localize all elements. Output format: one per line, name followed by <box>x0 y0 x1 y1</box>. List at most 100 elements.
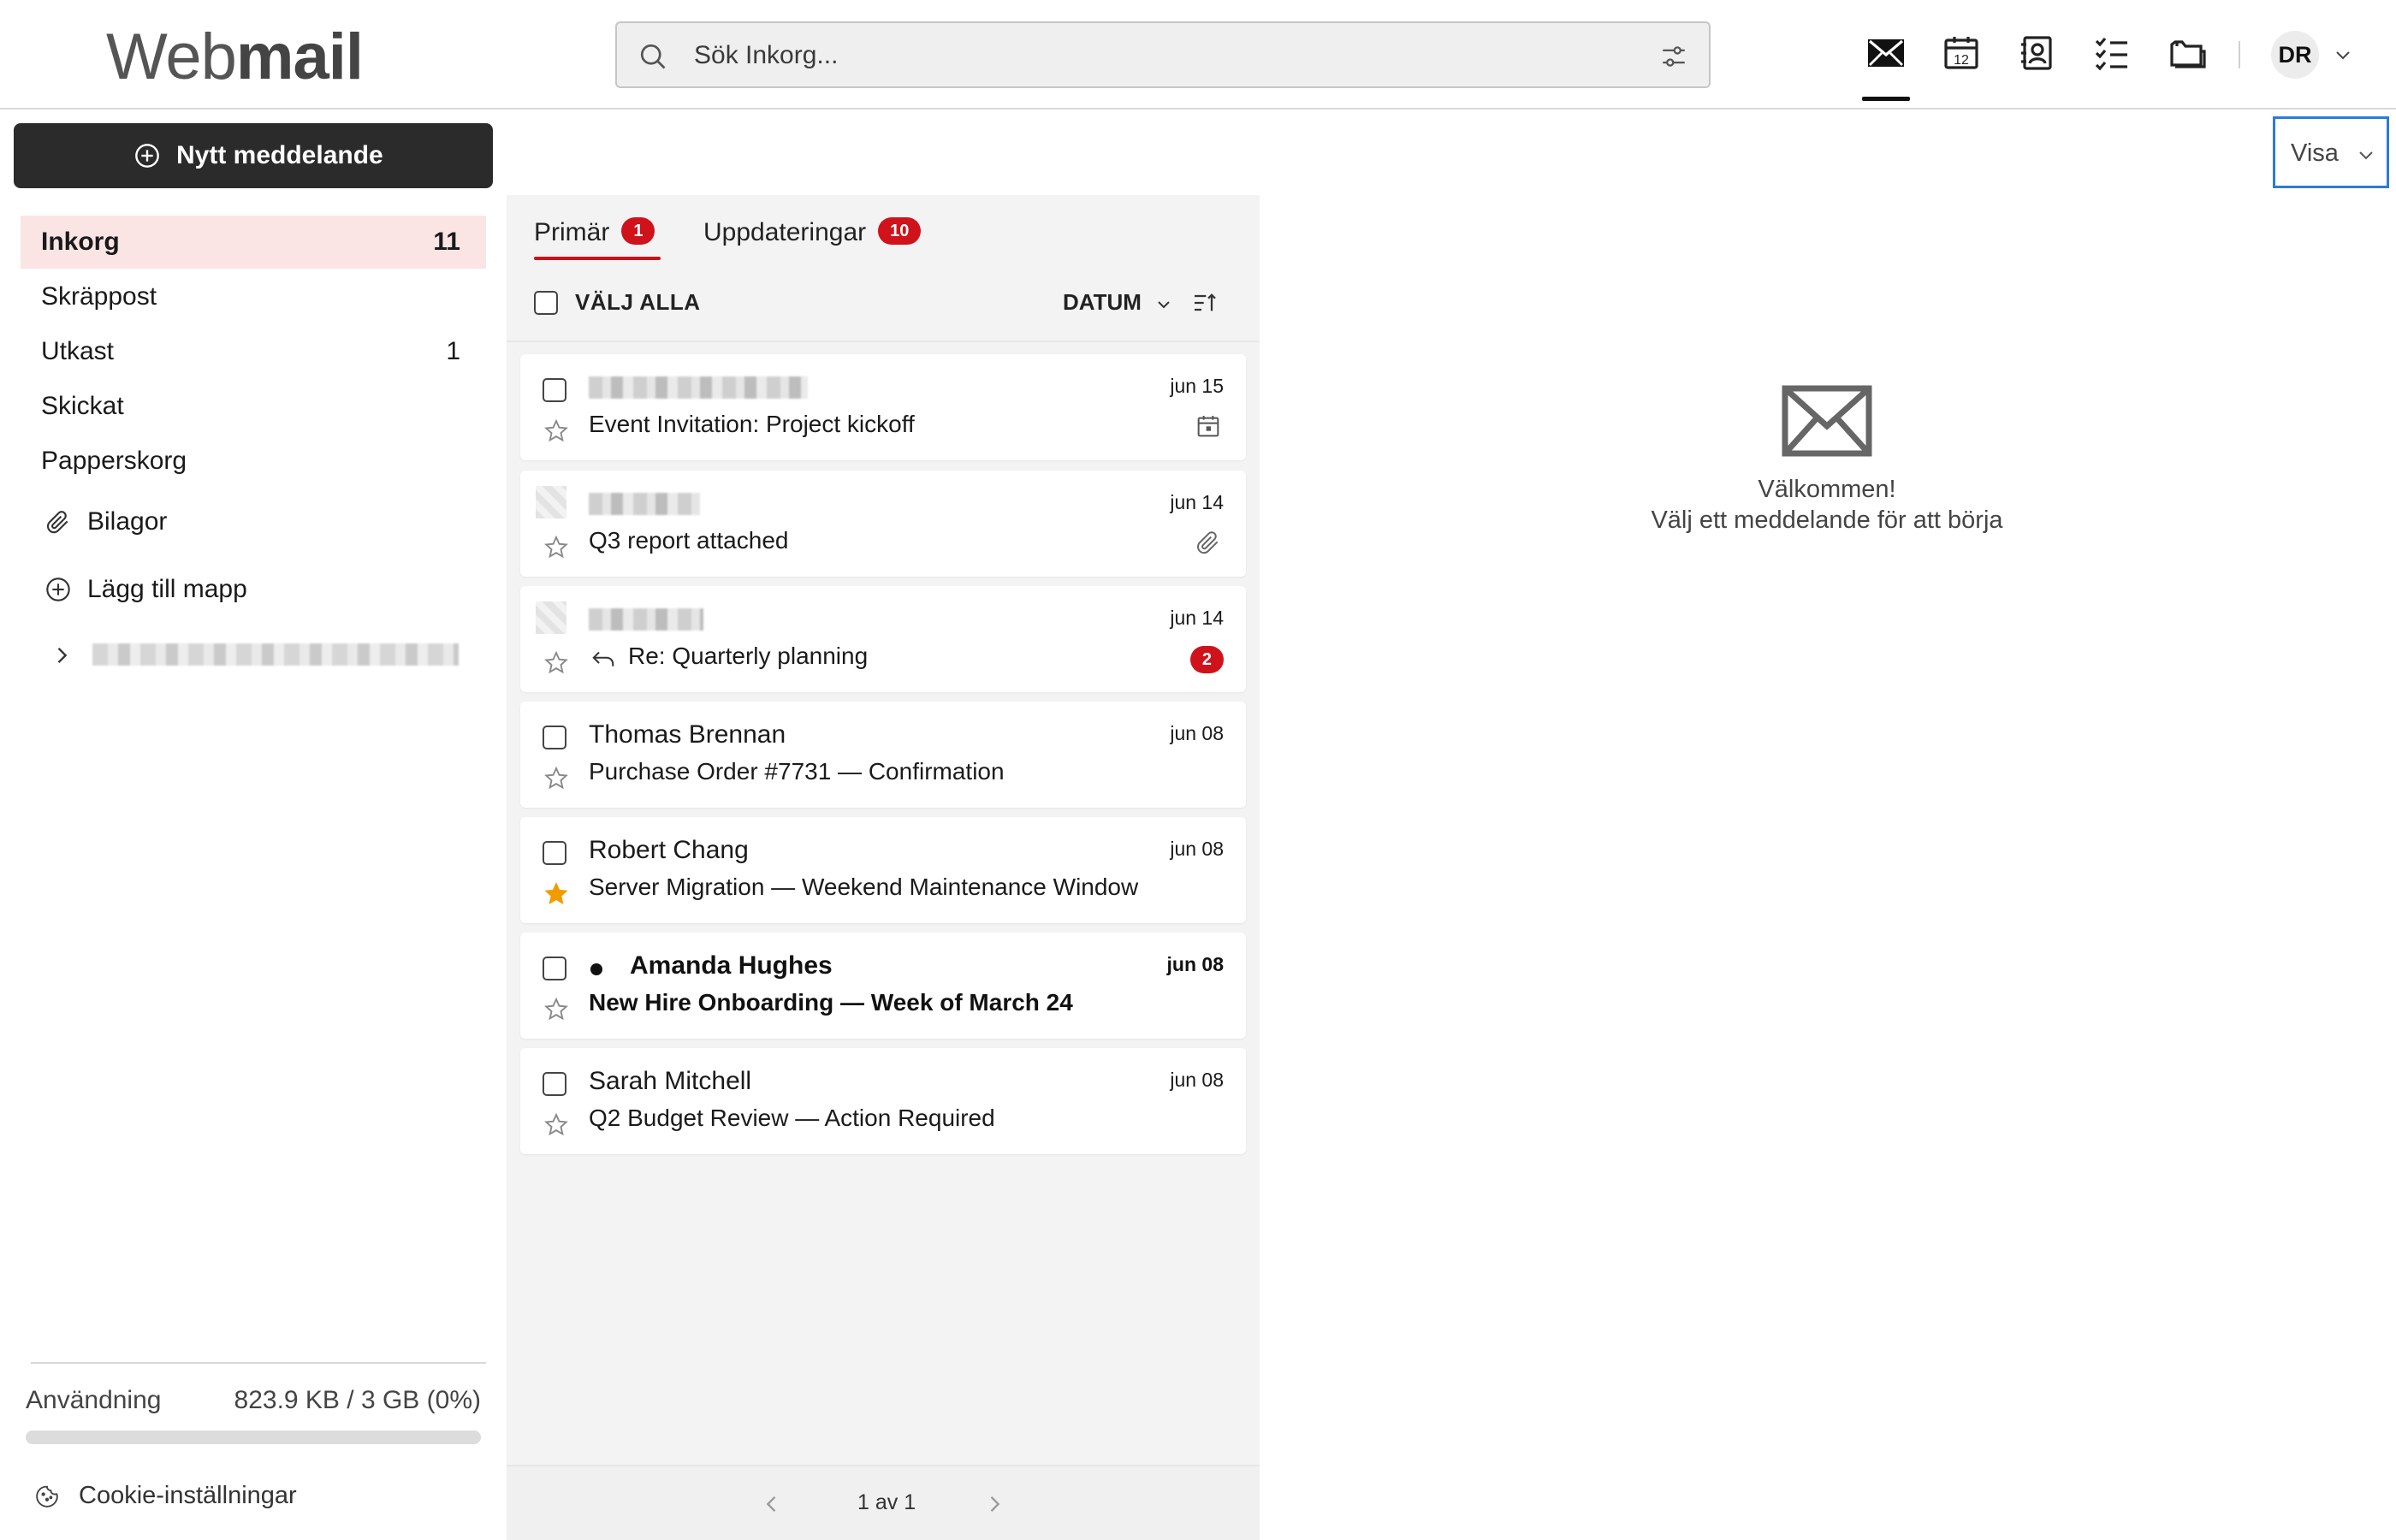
message-row[interactable]: Amanda Hughes New Hire Onboarding — Week… <box>520 933 1246 1039</box>
search-input[interactable] <box>694 32 1592 80</box>
calendar-icon <box>1197 416 1219 437</box>
message-date: jun 08 <box>1170 838 1224 860</box>
active-tab-indicator <box>534 257 661 260</box>
tab-updates[interactable]: Uppdateringar 10 <box>703 210 922 255</box>
folder-inbox[interactable]: Inkorg 11 <box>21 216 486 269</box>
usage-value: 823.9 KB / 3 GB (0%) <box>234 1386 481 1414</box>
envelope-icon <box>1782 385 1872 457</box>
folder-count: 11 <box>433 228 460 256</box>
message-row[interactable]: Sarah Mitchell Q2 Budget Review — Action… <box>520 1048 1246 1154</box>
message-subject: Q2 Budget Review — Action Required <box>589 1105 995 1131</box>
folder-spam[interactable]: Skräppost <box>21 270 486 323</box>
sort-direction-icon[interactable] <box>1191 289 1219 317</box>
redacted-sender <box>589 376 808 399</box>
new-message-label: Nytt meddelande <box>176 141 383 169</box>
usage-progress-bar <box>26 1430 481 1444</box>
files-icon[interactable] <box>2167 33 2208 74</box>
chevron-left-icon[interactable] <box>760 1492 784 1516</box>
star-icon[interactable] <box>543 534 570 561</box>
message-row[interactable]: Re: Quarterly planning jun 14 2 <box>520 586 1246 692</box>
star-filled-icon[interactable] <box>543 880 570 908</box>
message-checkbox[interactable] <box>543 726 566 749</box>
chevron-down-icon <box>2359 151 2373 160</box>
star-icon[interactable] <box>543 1111 570 1139</box>
message-subject: Purchase Order #7731 — Confirmation <box>589 758 1005 785</box>
active-app-indicator <box>1862 97 1910 101</box>
message-row[interactable]: Robert Chang Server Migration — Weekend … <box>520 817 1246 923</box>
message-row[interactable]: Event Invitation: Project kickoff jun 15 <box>520 354 1246 460</box>
star-icon[interactable] <box>543 418 570 445</box>
calendar-icon[interactable]: 12 <box>1941 33 1982 74</box>
plus-circle-icon <box>46 578 70 601</box>
paperclip-icon <box>46 511 68 534</box>
page-indicator: 1 av 1 <box>857 1490 916 1514</box>
pagination: 1 av 1 <box>507 1465 1260 1540</box>
user-avatar[interactable]: DR <box>2271 31 2319 79</box>
welcome-subtitle: Välj ett meddelande för att börja <box>1651 506 2003 534</box>
plus-circle-icon <box>135 144 159 168</box>
folder-label: Skickat <box>41 392 124 420</box>
message-row[interactable]: Q3 report attached jun 14 <box>520 471 1246 577</box>
redacted-sender <box>589 493 700 515</box>
message-checkbox[interactable] <box>543 378 566 402</box>
search-icon[interactable] <box>638 41 668 72</box>
message-sender: Amanda Hughes <box>630 951 833 980</box>
top-bar: Webmail 12 DR <box>0 0 2396 110</box>
star-icon[interactable] <box>543 649 570 677</box>
filter-sliders-icon[interactable] <box>1659 42 1688 71</box>
view-options-dropdown[interactable]: Visa <box>2273 116 2389 188</box>
chevron-right-icon[interactable] <box>982 1492 1006 1516</box>
custom-folder[interactable] <box>50 637 460 674</box>
message-checkbox[interactable] <box>543 1072 566 1096</box>
tab-primary[interactable]: Primär 1 <box>534 210 655 255</box>
message-checkbox[interactable] <box>543 841 566 865</box>
thread-count-badge: 2 <box>1189 646 1224 673</box>
message-subject: Q3 report attached <box>589 527 789 554</box>
folder-label: Papperskorg <box>41 447 187 475</box>
redacted-folder-name <box>92 643 459 666</box>
search-bar <box>615 21 1711 88</box>
redacted-sender <box>589 608 703 631</box>
message-sender: Robert Chang <box>589 836 749 864</box>
webmail-logo[interactable]: Webmail <box>106 19 364 96</box>
message-list-panel: Primär 1 Uppdateringar 10 VÄLJ ALLA DATUM … <box>507 195 1260 1540</box>
redacted-avatar <box>536 601 566 634</box>
folder-sent[interactable]: Skickat <box>21 380 486 433</box>
message-date: jun 14 <box>1170 607 1224 629</box>
add-folder-label: Lägg till mapp <box>87 575 247 603</box>
chevron-down-icon[interactable] <box>1154 294 1174 315</box>
message-checkbox[interactable] <box>543 957 566 980</box>
folder-trash[interactable]: Papperskorg <box>21 435 486 488</box>
chevron-down-icon[interactable] <box>2333 44 2353 65</box>
message-subject: New Hire Onboarding — Week of March 24 <box>589 989 1073 1016</box>
message-sender: Thomas Brennan <box>589 720 786 749</box>
chevron-right-icon[interactable] <box>50 643 74 667</box>
message-row[interactable]: Thomas Brennan Purchase Order #7731 — Co… <box>520 702 1246 808</box>
unread-dot <box>590 963 602 975</box>
cookie-settings-label: Cookie-inställningar <box>79 1482 297 1509</box>
folder-drafts[interactable]: Utkast 1 <box>21 325 486 378</box>
logo-text-bold: mail <box>235 21 364 93</box>
contacts-icon[interactable] <box>2016 33 2057 74</box>
sort-field-label[interactable]: DATUM <box>1063 289 1142 316</box>
message-sender: Sarah Mitchell <box>589 1067 752 1095</box>
paperclip-icon <box>1197 531 1219 554</box>
list-header-divider <box>507 341 1260 342</box>
folder-label: Skräppost <box>41 282 157 311</box>
tab-label: Uppdateringar <box>703 218 867 246</box>
tasks-icon[interactable] <box>2091 33 2132 74</box>
message-date: jun 15 <box>1170 375 1224 397</box>
star-icon[interactable] <box>543 996 570 1023</box>
mail-icon[interactable] <box>1865 33 1907 74</box>
usage-label: Användning <box>26 1386 162 1414</box>
star-icon[interactable] <box>543 765 570 792</box>
reply-icon <box>592 651 614 666</box>
select-all-checkbox[interactable] <box>534 291 558 315</box>
attachments-label: Bilagor <box>87 507 168 536</box>
new-message-button[interactable]: Nytt meddelande <box>14 123 493 188</box>
view-options-label: Visa <box>2291 139 2339 167</box>
header-divider <box>2239 41 2240 68</box>
select-all-label[interactable]: VÄLJ ALLA <box>575 289 701 316</box>
calendar-date-label: 12 <box>1954 53 1969 68</box>
tab-label: Primär <box>534 218 610 246</box>
